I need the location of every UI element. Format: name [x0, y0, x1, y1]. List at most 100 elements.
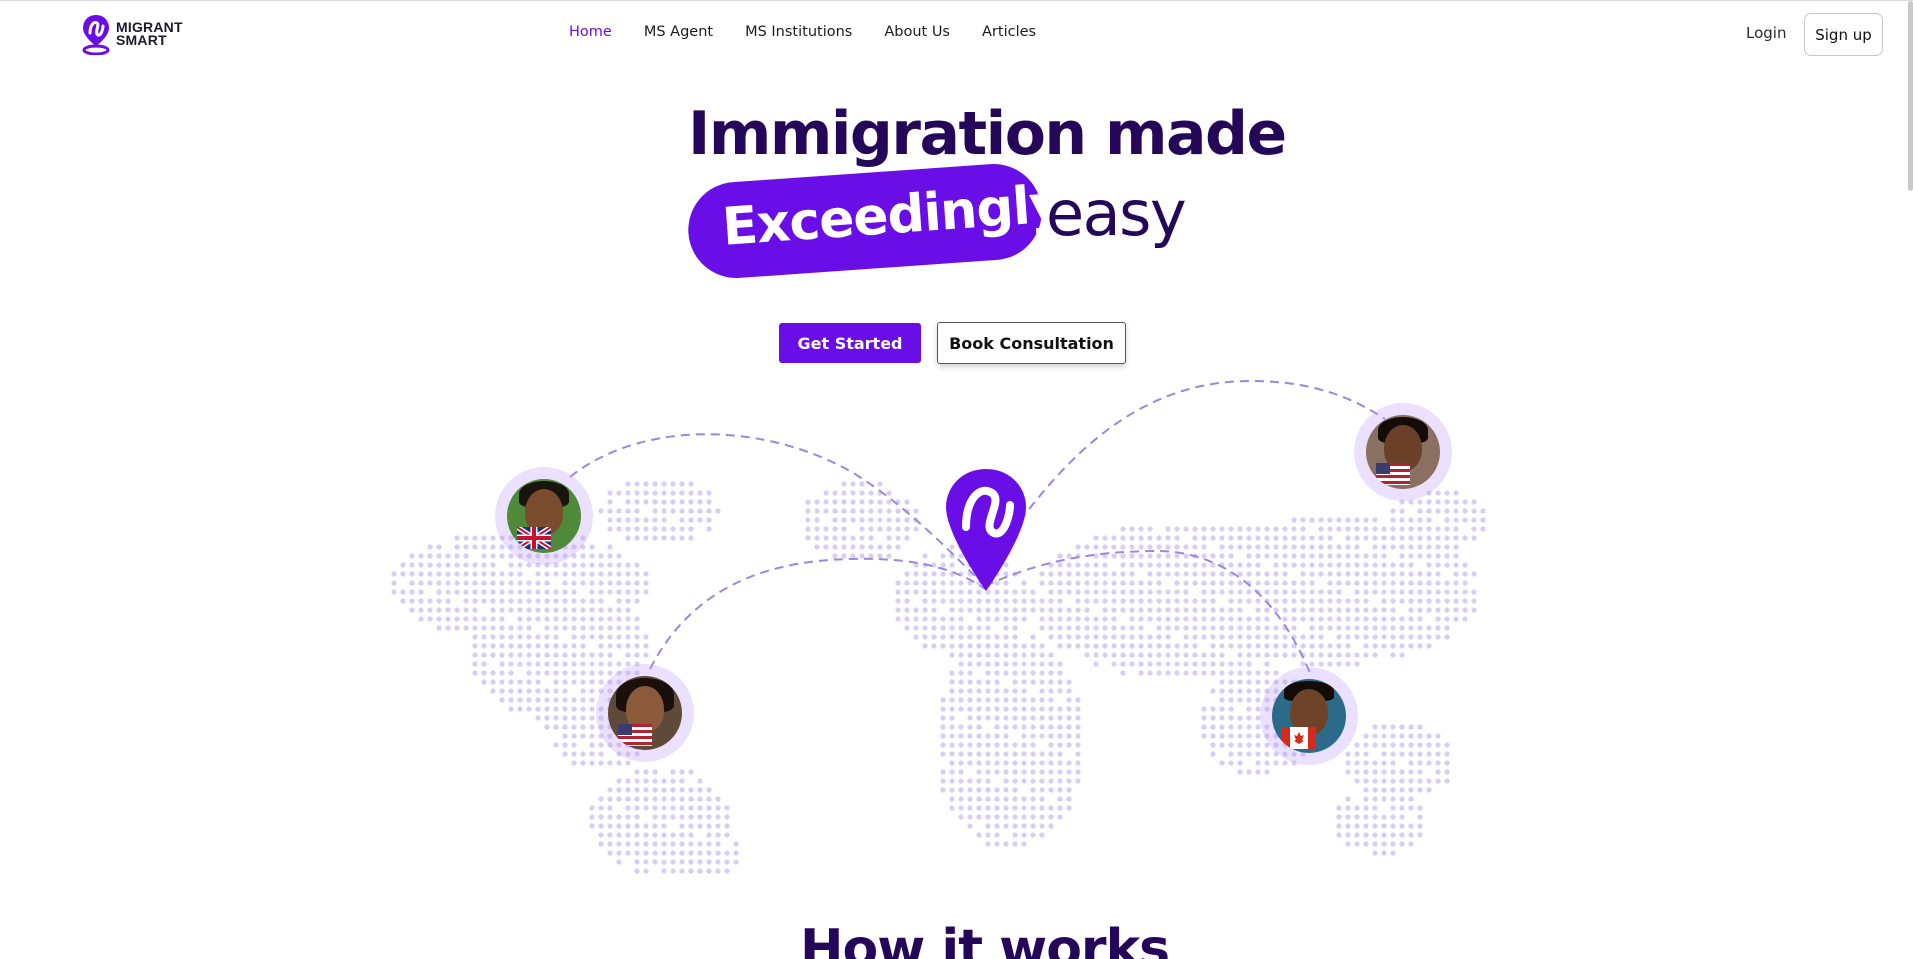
map-dot: [1219, 733, 1225, 739]
uk-flag-icon: [517, 527, 551, 549]
map-dot: [1435, 589, 1441, 595]
map-dot: [1084, 562, 1090, 568]
map-dot: [589, 670, 595, 676]
map-dot: [1246, 769, 1252, 775]
map-dot: [409, 562, 415, 568]
map-dot: [436, 607, 442, 613]
map-dot: [643, 841, 649, 847]
map-dot: [643, 526, 649, 532]
map-dot: [1282, 760, 1288, 766]
map-dot: [598, 625, 604, 631]
map-dot: [949, 778, 955, 784]
map-dot: [985, 814, 991, 820]
map-dot: [625, 841, 631, 847]
map-dot: [1291, 535, 1297, 541]
map-dot: [940, 787, 946, 793]
map-dot: [1390, 751, 1396, 757]
map-dot: [859, 481, 865, 487]
map-dot: [625, 832, 631, 838]
map-dot: [463, 544, 469, 550]
map-dot: [949, 589, 955, 595]
map-dot: [949, 769, 955, 775]
map-dot: [1156, 589, 1162, 595]
map-dot: [472, 634, 478, 640]
map-dot: [661, 859, 667, 865]
map-dot: [886, 517, 892, 523]
map-dot: [688, 850, 694, 856]
map-dot: [1444, 535, 1450, 541]
map-dot: [607, 499, 613, 505]
map-dot: [1255, 679, 1261, 685]
map-dot: [607, 814, 613, 820]
map-dot: [1030, 706, 1036, 712]
map-dot: [625, 490, 631, 496]
map-dot: [1021, 589, 1027, 595]
map-dot: [580, 562, 586, 568]
map-dot: [958, 625, 964, 631]
map-dot: [1021, 724, 1027, 730]
map-dot: [481, 616, 487, 622]
map-dot: [526, 688, 532, 694]
map-dot: [1309, 580, 1315, 586]
map-dot: [661, 508, 667, 514]
map-dot: [535, 715, 541, 721]
avatar-usa-man: [1354, 403, 1452, 501]
map-dot: [1237, 643, 1243, 649]
map-dot: [985, 805, 991, 811]
map-dot: [472, 652, 478, 658]
map-dot: [1174, 526, 1180, 532]
map-dot: [472, 616, 478, 622]
map-dot: [508, 643, 514, 649]
map-dot: [1246, 589, 1252, 595]
map-dot: [661, 526, 667, 532]
map-dot: [706, 796, 712, 802]
map-dot: [1075, 562, 1081, 568]
map-dot: [580, 625, 586, 631]
map-dot: [571, 652, 577, 658]
map-dot: [1417, 535, 1423, 541]
map-dot: [1102, 535, 1108, 541]
map-dot: [1390, 769, 1396, 775]
map-dot: [1165, 526, 1171, 532]
map-dot: [1264, 625, 1270, 631]
map-dot: [1408, 751, 1414, 757]
map-dot: [1165, 544, 1171, 550]
map-dot: [868, 508, 874, 514]
map-dot: [1021, 805, 1027, 811]
map-dot: [652, 490, 658, 496]
map-dot: [976, 625, 982, 631]
map-dot: [1417, 607, 1423, 613]
map-dot: [499, 589, 505, 595]
map-dot: [427, 553, 433, 559]
map-dot: [688, 823, 694, 829]
map-dot: [1426, 634, 1432, 640]
map-dot: [580, 634, 586, 640]
map-dot: [526, 652, 532, 658]
map-dot: [1030, 697, 1036, 703]
map-dot: [1210, 598, 1216, 604]
map-dot: [1183, 661, 1189, 667]
map-dot: [706, 490, 712, 496]
map-dot: [1228, 661, 1234, 667]
map-dot: [553, 679, 559, 685]
map-dot: [1057, 589, 1063, 595]
map-dot: [1165, 670, 1171, 676]
usa-flag-icon: [1376, 463, 1410, 485]
map-dot: [1444, 499, 1450, 505]
map-dot: [1327, 589, 1333, 595]
map-dot: [1030, 742, 1036, 748]
map-dot: [1435, 751, 1441, 757]
map-dot: [1345, 652, 1351, 658]
map-dot: [1012, 616, 1018, 622]
map-dot: [1444, 598, 1450, 604]
map-dot: [958, 760, 964, 766]
map-dot: [715, 868, 721, 874]
map-dot: [1399, 535, 1405, 541]
map-dot: [544, 625, 550, 631]
map-dot: [490, 679, 496, 685]
map-dot: [976, 778, 982, 784]
map-dot: [877, 526, 883, 532]
map-dot: [562, 715, 568, 721]
map-dot: [1381, 778, 1387, 784]
map-dot: [1246, 751, 1252, 757]
